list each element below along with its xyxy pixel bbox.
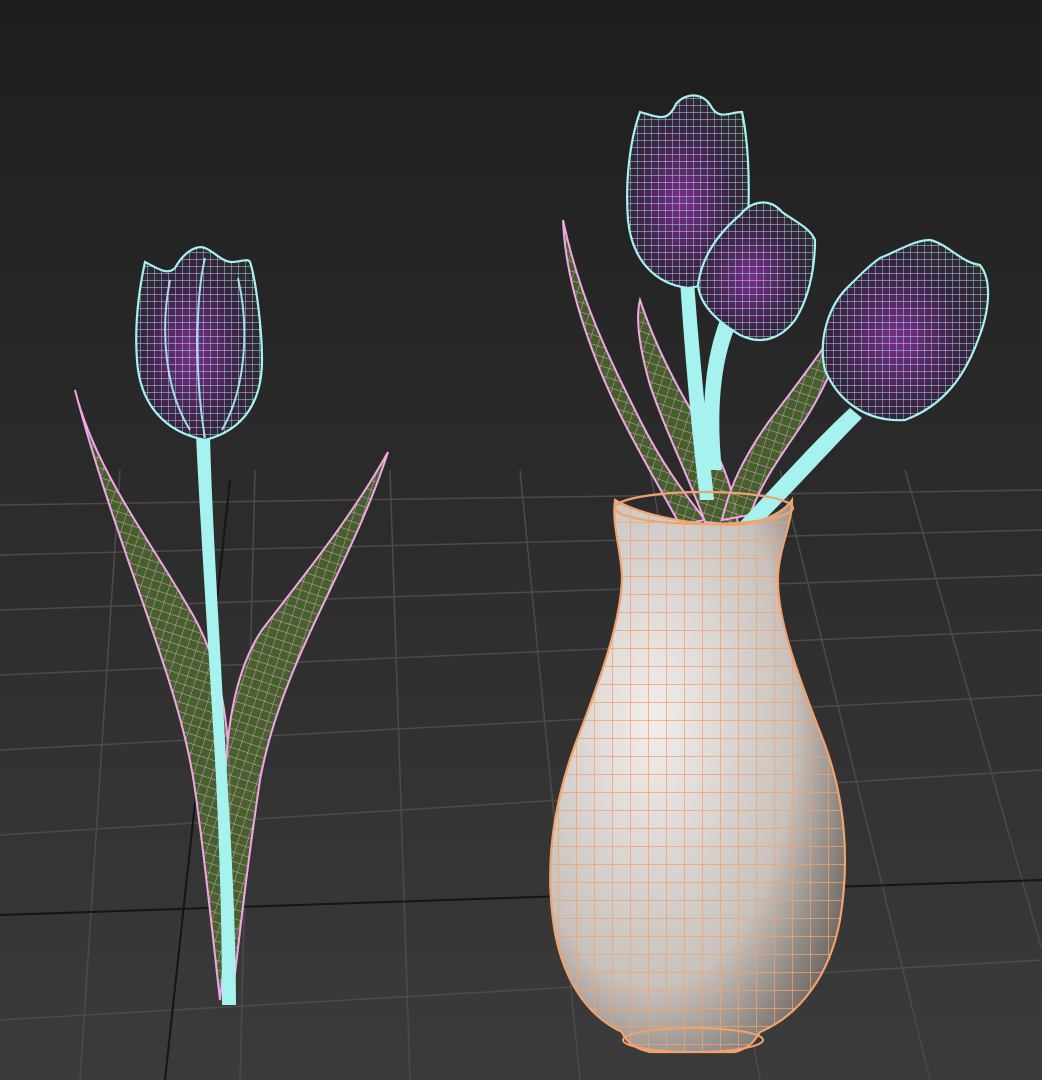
- bloom-wireframe: [135, 246, 264, 442]
- viewport-canvas[interactable]: [0, 0, 1042, 1080]
- viewport-background: [0, 0, 1042, 1080]
- perspective-viewport[interactable]: [0, 0, 1042, 1080]
